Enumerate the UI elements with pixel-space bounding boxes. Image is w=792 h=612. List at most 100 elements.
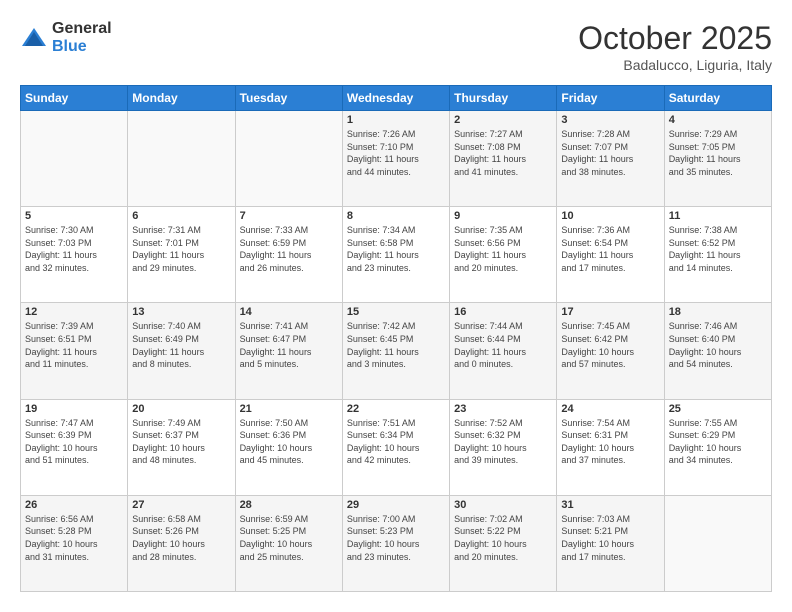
calendar-cell: 30 Sunrise: 7:02 AM Sunset: 5:22 PM Dayli… [450, 495, 557, 591]
day-of-week-header: Sunday [21, 86, 128, 111]
day-info: Sunrise: 7:26 AM Sunset: 7:10 PM Dayligh… [347, 128, 445, 178]
calendar-cell: 28Sunrise: 6:59 AM Sunset: 5:25 PM Dayli… [235, 495, 342, 591]
day-number: 7 [240, 210, 338, 222]
day-info: Sunrise: 7:35 AM Sunset: 6:56 PM Dayligh… [454, 224, 552, 274]
calendar-week-row: 19 Sunrise: 7:47 AM Sunset: 6:39 PM Dayli… [21, 399, 772, 495]
day-number: 14 [240, 306, 338, 318]
day-info: Sunrise: 7:28 AM Sunset: 7:07 PM Dayligh… [561, 128, 659, 178]
day-info: Sunrise: 7:50 AM Sunset: 6:36 PM Dayligh… [240, 417, 338, 467]
logo-general-label: General [52, 20, 112, 38]
logo: General Blue [20, 20, 112, 55]
day-info: Sunrise: 7:29 AM Sunset: 7:05 PM Dayligh… [669, 128, 767, 178]
day-number: 23 [454, 403, 552, 415]
day-number: 10 [561, 210, 659, 222]
header: General Blue October 2025 Badalucco, Lig… [20, 20, 772, 73]
day-info: Sunrise: 7:44 AM Sunset: 6:44 PM Dayligh… [454, 320, 552, 370]
calendar-week-row: 5Sunrise: 7:30 AM Sunset: 7:03 PM Daylig… [21, 207, 772, 303]
day-number: 3 [561, 114, 659, 126]
calendar-cell: 13 Sunrise: 7:40 AM Sunset: 6:49 PM Dayli… [128, 303, 235, 399]
day-number: 5 [25, 210, 123, 222]
day-of-week-header: Saturday [664, 86, 771, 111]
calendar-cell [128, 111, 235, 207]
day-info: Sunrise: 7:41 AM Sunset: 6:47 PM Dayligh… [240, 320, 338, 370]
day-number: 22 [347, 403, 445, 415]
day-number: 4 [669, 114, 767, 126]
day-info: Sunrise: 7:49 AM Sunset: 6:37 PM Dayligh… [132, 417, 230, 467]
day-info: Sunrise: 7:45 AM Sunset: 6:42 PM Dayligh… [561, 320, 659, 370]
day-number: 13 [132, 306, 230, 318]
day-of-week-header: Wednesday [342, 86, 449, 111]
calendar-cell: 18 Sunrise: 7:46 AM Sunset: 6:40 PM Dayli… [664, 303, 771, 399]
calendar-header-row: SundayMondayTuesdayWednesdayThursdayFrid… [21, 86, 772, 111]
day-number: 21 [240, 403, 338, 415]
calendar-cell: 3 Sunrise: 7:28 AM Sunset: 7:07 PM Daylig… [557, 111, 664, 207]
calendar-cell: 25 Sunrise: 7:55 AM Sunset: 6:29 PM Dayli… [664, 399, 771, 495]
day-info: Sunrise: 7:03 AM Sunset: 5:21 PM Dayligh… [561, 513, 659, 563]
day-info: Sunrise: 6:56 AM Sunset: 5:28 PM Dayligh… [25, 513, 123, 563]
calendar-cell: 9Sunrise: 7:35 AM Sunset: 6:56 PM Daylig… [450, 207, 557, 303]
calendar-cell: 4 Sunrise: 7:29 AM Sunset: 7:05 PM Daylig… [664, 111, 771, 207]
calendar-week-row: 12Sunrise: 7:39 AM Sunset: 6:51 PM Dayli… [21, 303, 772, 399]
day-of-week-header: Monday [128, 86, 235, 111]
day-number: 11 [669, 210, 767, 222]
calendar-cell: 15Sunrise: 7:42 AM Sunset: 6:45 PM Dayli… [342, 303, 449, 399]
calendar-cell: 10 Sunrise: 7:36 AM Sunset: 6:54 PM Dayli… [557, 207, 664, 303]
day-number: 18 [669, 306, 767, 318]
logo-blue-label: Blue [52, 38, 112, 56]
day-info: Sunrise: 7:54 AM Sunset: 6:31 PM Dayligh… [561, 417, 659, 467]
calendar-cell: 12Sunrise: 7:39 AM Sunset: 6:51 PM Dayli… [21, 303, 128, 399]
logo-text: General Blue [52, 20, 112, 55]
title-block: October 2025 Badalucco, Liguria, Italy [578, 20, 772, 73]
calendar-cell: 16Sunrise: 7:44 AM Sunset: 6:44 PM Dayli… [450, 303, 557, 399]
day-number: 30 [454, 499, 552, 511]
calendar-cell [664, 495, 771, 591]
day-of-week-header: Friday [557, 86, 664, 111]
day-number: 1 [347, 114, 445, 126]
day-info: Sunrise: 7:52 AM Sunset: 6:32 PM Dayligh… [454, 417, 552, 467]
day-info: Sunrise: 7:47 AM Sunset: 6:39 PM Dayligh… [25, 417, 123, 467]
day-info: Sunrise: 7:38 AM Sunset: 6:52 PM Dayligh… [669, 224, 767, 274]
day-of-week-header: Tuesday [235, 86, 342, 111]
day-number: 24 [561, 403, 659, 415]
day-info: Sunrise: 7:40 AM Sunset: 6:49 PM Dayligh… [132, 320, 230, 370]
day-info: Sunrise: 7:39 AM Sunset: 6:51 PM Dayligh… [25, 320, 123, 370]
calendar-cell [21, 111, 128, 207]
day-number: 31 [561, 499, 659, 511]
day-info: Sunrise: 7:27 AM Sunset: 7:08 PM Dayligh… [454, 128, 552, 178]
day-number: 2 [454, 114, 552, 126]
day-number: 29 [347, 499, 445, 511]
calendar-cell: 6 Sunrise: 7:31 AM Sunset: 7:01 PM Daylig… [128, 207, 235, 303]
day-info: Sunrise: 7:31 AM Sunset: 7:01 PM Dayligh… [132, 224, 230, 274]
day-info: Sunrise: 7:46 AM Sunset: 6:40 PM Dayligh… [669, 320, 767, 370]
calendar-cell: 23 Sunrise: 7:52 AM Sunset: 6:32 PM Dayli… [450, 399, 557, 495]
day-info: Sunrise: 7:02 AM Sunset: 5:22 PM Dayligh… [454, 513, 552, 563]
calendar-cell: 27 Sunrise: 6:58 AM Sunset: 5:26 PM Dayli… [128, 495, 235, 591]
day-number: 27 [132, 499, 230, 511]
calendar-cell: 1 Sunrise: 7:26 AM Sunset: 7:10 PM Daylig… [342, 111, 449, 207]
day-of-week-header: Thursday [450, 86, 557, 111]
calendar-cell: 8 Sunrise: 7:34 AM Sunset: 6:58 PM Daylig… [342, 207, 449, 303]
calendar: SundayMondayTuesdayWednesdayThursdayFrid… [20, 85, 772, 592]
calendar-cell: 22Sunrise: 7:51 AM Sunset: 6:34 PM Dayli… [342, 399, 449, 495]
day-number: 26 [25, 499, 123, 511]
day-number: 6 [132, 210, 230, 222]
day-number: 8 [347, 210, 445, 222]
day-number: 19 [25, 403, 123, 415]
calendar-week-row: 1 Sunrise: 7:26 AM Sunset: 7:10 PM Daylig… [21, 111, 772, 207]
day-info: Sunrise: 6:58 AM Sunset: 5:26 PM Dayligh… [132, 513, 230, 563]
day-info: Sunrise: 6:59 AM Sunset: 5:25 PM Dayligh… [240, 513, 338, 563]
calendar-cell: 20 Sunrise: 7:49 AM Sunset: 6:37 PM Dayli… [128, 399, 235, 495]
day-number: 25 [669, 403, 767, 415]
calendar-cell: 21 Sunrise: 7:50 AM Sunset: 6:36 PM Dayli… [235, 399, 342, 495]
day-info: Sunrise: 7:55 AM Sunset: 6:29 PM Dayligh… [669, 417, 767, 467]
calendar-cell: 5Sunrise: 7:30 AM Sunset: 7:03 PM Daylig… [21, 207, 128, 303]
day-number: 17 [561, 306, 659, 318]
calendar-cell: 29Sunrise: 7:00 AM Sunset: 5:23 PM Dayli… [342, 495, 449, 591]
calendar-cell: 31 Sunrise: 7:03 AM Sunset: 5:21 PM Dayli… [557, 495, 664, 591]
calendar-cell: 7 Sunrise: 7:33 AM Sunset: 6:59 PM Daylig… [235, 207, 342, 303]
day-info: Sunrise: 7:36 AM Sunset: 6:54 PM Dayligh… [561, 224, 659, 274]
day-info: Sunrise: 7:34 AM Sunset: 6:58 PM Dayligh… [347, 224, 445, 274]
day-number: 20 [132, 403, 230, 415]
month-title: October 2025 [578, 20, 772, 57]
day-info: Sunrise: 7:33 AM Sunset: 6:59 PM Dayligh… [240, 224, 338, 274]
